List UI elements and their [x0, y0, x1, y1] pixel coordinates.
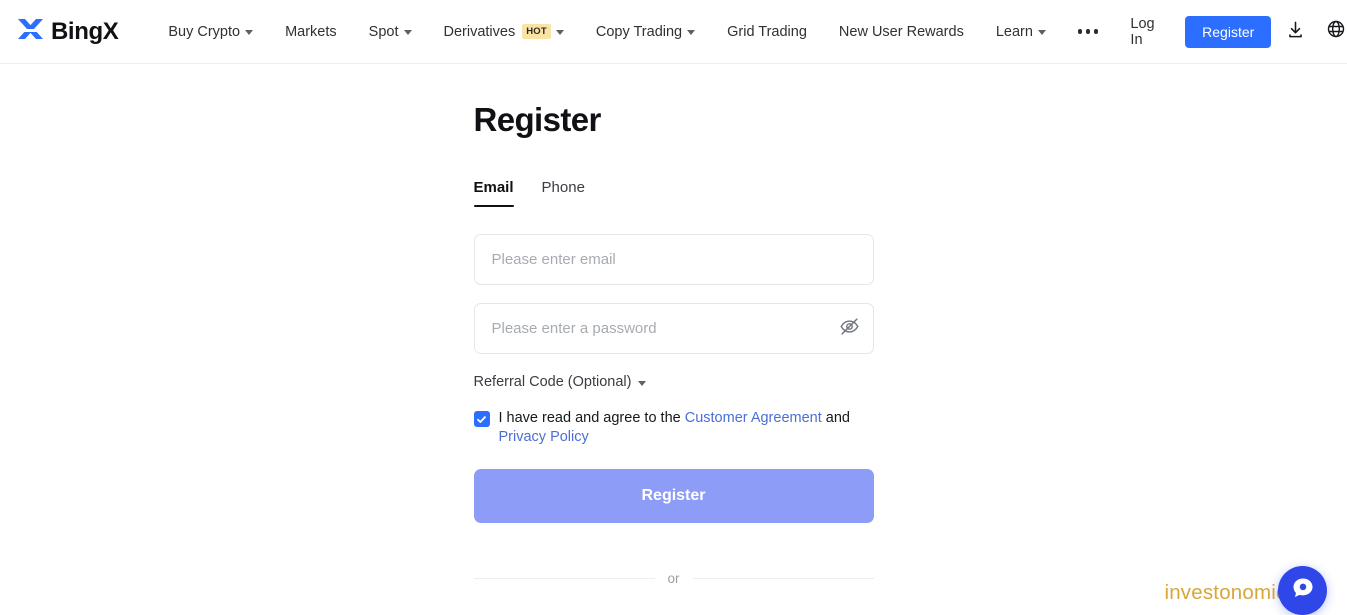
chevron-down-icon	[638, 380, 647, 386]
ellipsis-icon-dot	[1077, 29, 1083, 34]
chat-bubble-icon	[1290, 575, 1316, 606]
agreement-checkbox[interactable]	[473, 411, 490, 427]
download-icon	[1286, 20, 1305, 44]
divider-line-left	[473, 578, 655, 579]
privacy-policy-link[interactable]: Privacy Policy	[499, 429, 589, 445]
more-menu-button[interactable]	[1062, 1, 1115, 63]
nav-item-grid-trading[interactable]: Grid Trading	[711, 1, 823, 63]
login-link[interactable]: Log In	[1114, 16, 1181, 48]
hot-badge: HOT	[522, 24, 551, 39]
eye-off-icon	[839, 316, 860, 342]
nav-actions: Log In Register	[1114, 13, 1347, 51]
email-input[interactable]	[473, 234, 874, 285]
agreement-prefix: I have read and agree to the	[498, 410, 681, 426]
register-method-tabs: Email Phone	[473, 179, 874, 207]
bingx-x-logo-icon	[16, 16, 46, 47]
password-field-wrapper	[473, 303, 874, 354]
nav-item-buy-crypto[interactable]: Buy Crypto	[152, 1, 269, 63]
nav-label: Learn	[995, 23, 1033, 40]
email-field-wrapper	[473, 234, 874, 285]
alternate-login-divider: or	[473, 571, 874, 586]
tab-email[interactable]: Email	[473, 179, 514, 207]
chevron-down-icon	[687, 30, 696, 35]
agreement-row: I have read and agree to the Customer Ag…	[473, 409, 874, 447]
main-content: Register Email Phone Referral Code (	[0, 64, 1347, 586]
page-title: Register	[473, 101, 602, 138]
nav-label: Buy Crypto	[168, 23, 241, 40]
nav-item-new-user-rewards[interactable]: New User Rewards	[823, 1, 980, 63]
language-selector-button[interactable]	[1320, 13, 1347, 51]
nav-item-spot[interactable]: Spot	[353, 1, 428, 63]
divider-line-right	[692, 578, 874, 579]
referral-code-toggle[interactable]: Referral Code (Optional)	[474, 374, 647, 390]
check-icon	[477, 415, 486, 423]
chevron-down-icon	[555, 30, 564, 35]
password-input[interactable]	[473, 303, 874, 354]
register-form: Register Email Phone Referral Code (	[473, 101, 874, 586]
ellipsis-icon-dot	[1093, 29, 1099, 34]
password-visibility-toggle[interactable]	[839, 316, 860, 342]
ellipsis-icon-dot	[1085, 29, 1091, 34]
brand-name: BingX	[51, 17, 119, 45]
referral-code-label: Referral Code (Optional)	[473, 374, 632, 390]
tab-phone[interactable]: Phone	[542, 179, 585, 207]
nav-item-markets[interactable]: Markets	[269, 1, 353, 63]
top-navigation-bar: BingX Buy Crypto Markets Spot Derivative…	[0, 0, 1347, 64]
agreement-text: I have read and agree to the Customer Ag…	[499, 409, 874, 447]
brand-logo[interactable]: BingX	[16, 16, 119, 47]
nav-label: Markets	[285, 23, 337, 40]
download-app-button[interactable]	[1279, 13, 1312, 51]
nav-label: Spot	[368, 23, 399, 40]
nav-item-copy-trading[interactable]: Copy Trading	[580, 1, 711, 63]
chevron-down-icon	[1037, 30, 1046, 35]
agreement-conjunction: and	[825, 410, 850, 426]
globe-icon	[1326, 19, 1346, 44]
customer-agreement-link[interactable]: Customer Agreement	[685, 410, 822, 426]
register-submit-button[interactable]: Register	[473, 469, 874, 523]
primary-nav: Buy Crypto Markets Spot Derivatives HOT …	[152, 1, 1114, 63]
chevron-down-icon	[403, 30, 412, 35]
nav-label: Derivatives	[443, 23, 516, 40]
divider-label: or	[667, 571, 680, 586]
nav-label: Grid Trading	[727, 23, 807, 40]
nav-item-derivatives[interactable]: Derivatives HOT	[428, 1, 580, 63]
register-nav-button[interactable]: Register	[1185, 15, 1272, 48]
chevron-down-icon	[245, 30, 254, 35]
live-chat-button[interactable]	[1278, 566, 1327, 615]
nav-label: New User Rewards	[838, 23, 964, 40]
nav-label: Copy Trading	[595, 23, 683, 40]
nav-item-learn[interactable]: Learn	[980, 1, 1062, 63]
